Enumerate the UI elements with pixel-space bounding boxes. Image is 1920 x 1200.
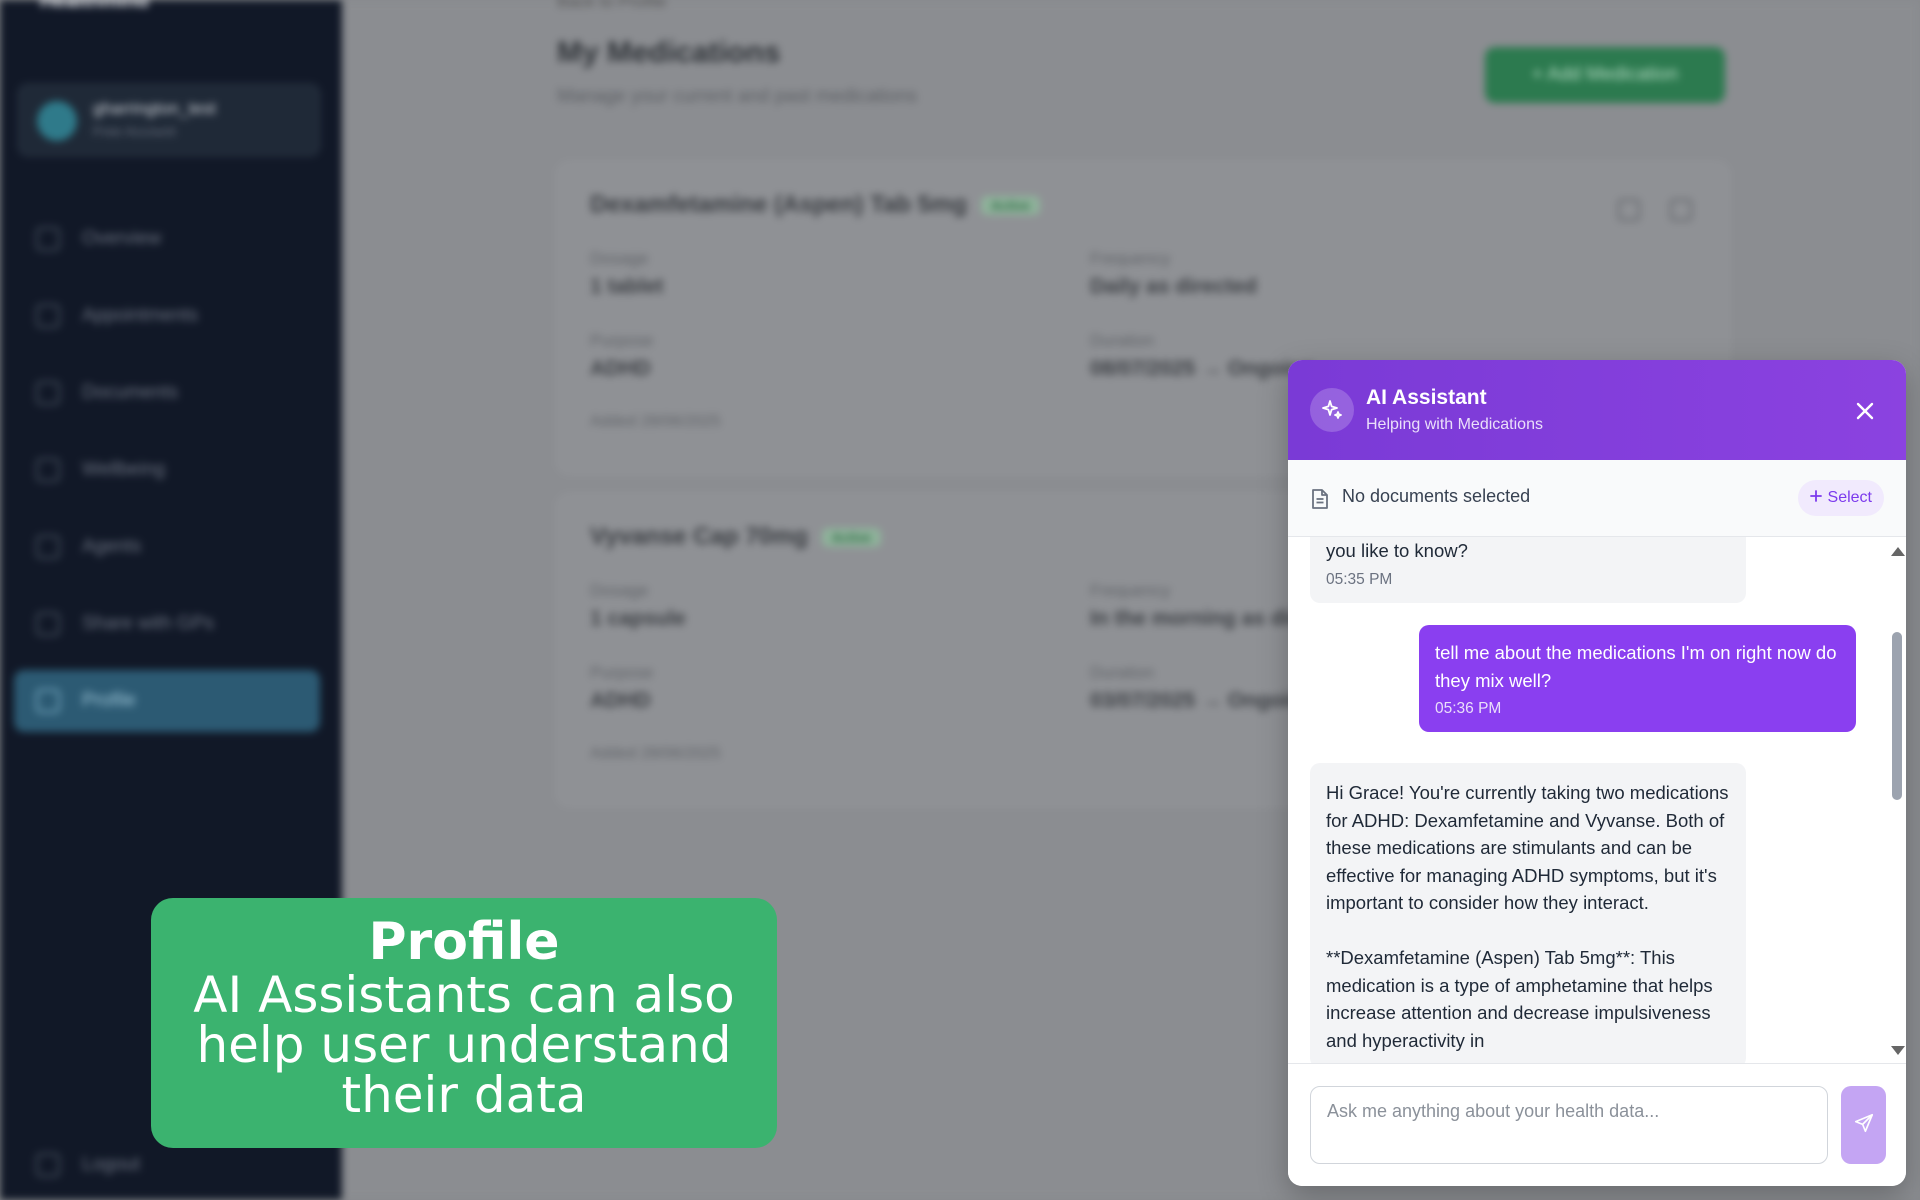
document-icon [36,381,60,405]
dosage-value: 1 capsule [590,607,686,630]
sidebar-item-documents[interactable]: Documents [14,362,320,424]
sidebar-item-agents[interactable]: Agents [14,516,320,578]
select-label: Select [1827,489,1872,506]
dosage-label: Dosage [590,581,649,600]
add-medication-button[interactable]: + Add Medication [1485,47,1725,103]
status-badge: Active [980,196,1041,216]
purpose-value: ADHD [590,689,651,712]
assistant-message: Hi Grace! You're currently taking two me… [1310,763,1746,1063]
assistant-subtitle: Helping with Medications [1366,416,1543,433]
document-icon [1310,488,1330,515]
message-text: you like to know? [1326,540,1468,561]
select-documents-button[interactable]: Select [1797,480,1884,516]
sidebar-item-overview[interactable]: Overview [14,208,320,270]
chat-scrollbar[interactable] [1888,537,1906,1063]
agent-icon [36,535,60,559]
close-icon[interactable] [1852,398,1878,424]
document-selector-bar: No documents selected Select [1288,460,1906,537]
dosage-label: Dosage [590,249,649,268]
user-icon [36,689,60,713]
chat-messages: you like to know? 05:35 PM tell me about… [1288,537,1888,1063]
user-switcher[interactable]: gharrington_test Free Account [18,84,320,156]
user-message: tell me about the medications I'm on rig… [1419,625,1856,732]
medication-name: Dexamfetamine (Aspen) Tab 5mg [590,191,967,218]
added-date: Added 28/06/2025 [590,745,721,762]
frequency-value: Daily as directed [1090,275,1257,298]
page-subtitle: Manage your current and past medications [557,86,918,107]
duration-value: 08/07/2025 → Ongoing [1090,357,1315,380]
share-icon [36,612,60,636]
plus-icon [1809,489,1822,507]
status-badge: Active [821,528,881,548]
purpose-value: ADHD [590,357,651,380]
avatar [37,101,77,141]
dosage-value: 1 tablet [590,275,664,298]
duration-value: 03/07/2025 → Ongoing [1090,689,1315,712]
home-icon [36,227,60,251]
purpose-label: Purpose [590,331,654,350]
send-icon [1853,1112,1875,1139]
duration-label: Duration [1090,331,1155,350]
chat-input-bar [1288,1063,1906,1186]
assistant-message: you like to know? 05:35 PM [1310,537,1746,603]
brand-logo: Healthmind [40,0,149,12]
sidebar-item-wellbeing[interactable]: Wellbeing [14,439,320,501]
message-time: 05:36 PM [1435,700,1502,717]
medication-name: Vyvanse Cap 70mg [590,523,808,550]
send-button[interactable] [1841,1086,1886,1164]
callout-body: AI Assistants can also help user underst… [193,966,735,1124]
back-link[interactable]: Back to Profile [557,0,667,12]
logout-icon [36,1153,60,1177]
sidebar-item-share[interactable]: Share with GPs [14,593,320,655]
ai-assistant-panel: AI Assistant Helping with Medications No… [1288,360,1906,1186]
delete-icon[interactable] [1670,199,1692,221]
chat-input[interactable] [1310,1086,1828,1164]
assistant-header: AI Assistant Helping with Medications [1288,360,1906,460]
scroll-down-arrow[interactable] [1891,1046,1905,1055]
sidebar-item-profile[interactable]: Profile [14,670,320,732]
scroll-thumb[interactable] [1892,632,1902,800]
sparkles-icon [1310,388,1354,432]
message-text: Hi Grace! You're currently taking two me… [1326,782,1729,1051]
scroll-up-arrow[interactable] [1891,547,1905,556]
page-title: My Medications [557,36,781,69]
calendar-icon [36,304,60,328]
message-text: tell me about the medications I'm on rig… [1435,642,1842,691]
documents-status: No documents selected [1342,486,1531,506]
user-role: Free Account [93,123,176,139]
assistant-title: AI Assistant [1366,386,1487,409]
tutorial-callout: Profile AI Assistants can also help user… [151,898,777,1148]
callout-title: Profile [368,912,560,972]
frequency-label: Frequency [1090,581,1171,600]
duration-label: Duration [1090,663,1155,682]
frequency-label: Frequency [1090,249,1171,268]
added-date: Added 28/06/2025 [590,413,721,430]
user-name: gharrington_test [93,99,216,118]
heart-icon [36,458,60,482]
edit-icon[interactable] [1618,199,1640,221]
message-time: 05:35 PM [1326,570,1393,588]
sidebar-item-appointments[interactable]: Appointments [14,285,320,347]
purpose-label: Purpose [590,663,654,682]
